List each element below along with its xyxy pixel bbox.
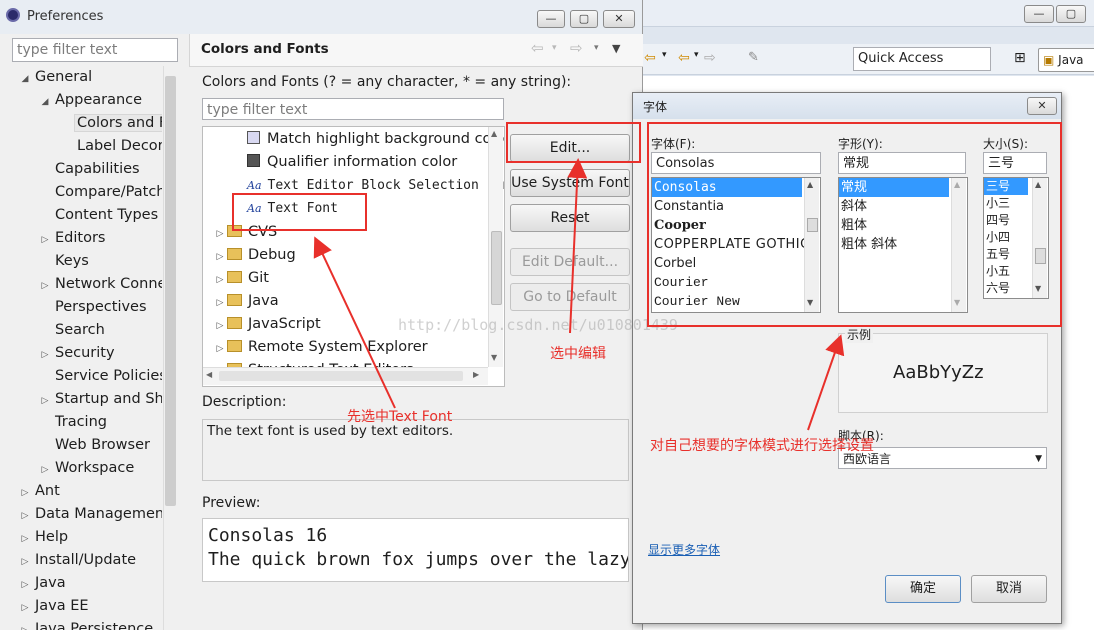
arrow-to-font-dialog: [807, 334, 845, 431]
arrow-to-text-font: [313, 236, 396, 409]
annotation-arrows: [313, 158, 845, 431]
annotation-choose-font: 对自己想要的字体模式进行选择设置: [650, 438, 874, 454]
annotation-select-text-font: 先选中Text Font: [347, 409, 453, 425]
annotation-select-edit: 选中编辑: [550, 346, 606, 362]
arrow-to-edit-button: [567, 158, 588, 334]
